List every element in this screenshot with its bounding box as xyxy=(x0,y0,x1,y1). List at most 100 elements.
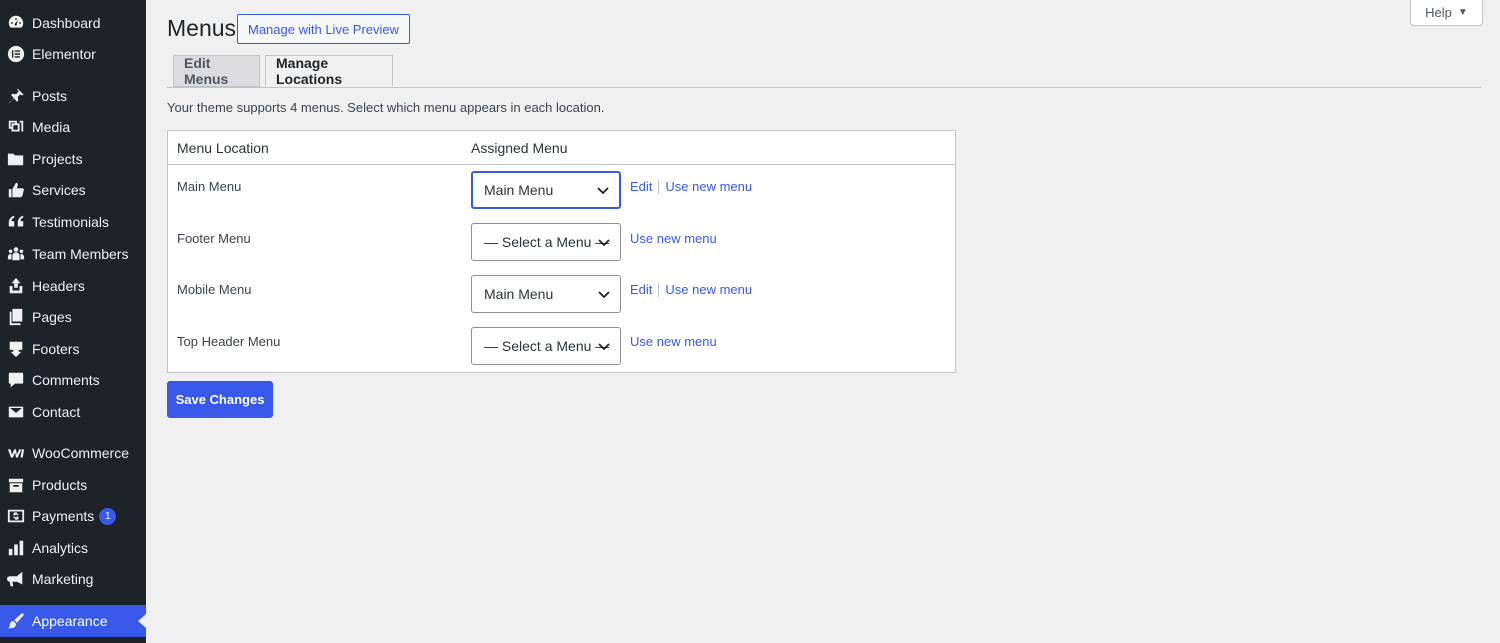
bar-chart-icon xyxy=(7,539,25,557)
sidebar-item-comments[interactable]: Comments xyxy=(0,364,146,396)
select-value: Main Menu xyxy=(484,182,554,198)
sidebar-item-label: Media xyxy=(32,119,71,135)
row-actions: Edit Use new menu xyxy=(630,282,752,297)
archive-icon xyxy=(7,476,25,494)
use-new-menu-link[interactable]: Use new menu xyxy=(630,231,717,246)
menu-locations-table: Menu Location Assigned Menu Main Menu Ma… xyxy=(167,130,956,373)
sidebar-item-posts[interactable]: Posts xyxy=(0,80,146,112)
notification-badge: 1 xyxy=(99,507,117,525)
manage-live-preview-button[interactable]: Manage with Live Preview xyxy=(237,14,411,44)
location-name: Top Header Menu xyxy=(177,334,281,349)
tab-divider xyxy=(167,87,1481,88)
row-actions: Use new menu xyxy=(630,231,717,246)
admin-sidebar: Dashboard Elementor Posts Media Projects… xyxy=(0,0,146,643)
edit-link[interactable]: Edit xyxy=(630,282,652,297)
sidebar-item-media[interactable]: Media xyxy=(0,111,146,143)
row-actions: Use new menu xyxy=(630,334,717,349)
column-header-assigned: Assigned Menu xyxy=(471,140,568,156)
link-separator xyxy=(658,282,660,297)
column-header-location: Menu Location xyxy=(177,140,269,156)
pages-icon xyxy=(7,308,25,326)
caret-down-icon: ▼ xyxy=(1457,7,1468,18)
sidebar-item-products[interactable]: Products xyxy=(0,469,146,501)
sidebar-item-label: Payments xyxy=(32,508,95,524)
paintbrush-icon xyxy=(7,612,25,630)
link-separator xyxy=(658,179,660,194)
use-new-menu-link[interactable]: Use new menu xyxy=(665,179,752,194)
sidebar-item-label: Services xyxy=(32,182,86,198)
help-label: Help xyxy=(1425,5,1452,20)
select-value: — Select a Menu — xyxy=(484,338,610,354)
sidebar-item-label: WooCommerce xyxy=(32,445,129,461)
download-icon xyxy=(7,340,25,358)
sidebar-item-headers[interactable]: Headers xyxy=(0,270,146,302)
sidebar-item-label: Marketing xyxy=(32,571,94,587)
sidebar-item-analytics[interactable]: Analytics xyxy=(0,532,146,564)
groups-icon xyxy=(7,245,25,263)
sidebar-item-appearance[interactable]: Appearance xyxy=(0,605,146,637)
woocommerce-icon xyxy=(7,444,25,462)
sidebar-item-label: Posts xyxy=(32,88,68,104)
sidebar-item-testimonials[interactable]: Testimonials xyxy=(0,206,146,238)
chevron-down-icon xyxy=(596,183,610,197)
media-icon xyxy=(7,118,25,136)
elementor-icon xyxy=(7,45,25,63)
tab-label: Manage Locations xyxy=(276,55,343,87)
intro-text: Your theme supports 4 menus. Select whic… xyxy=(167,100,605,115)
comment-icon xyxy=(7,371,25,389)
sidebar-item-label: Contact xyxy=(32,404,81,420)
select-value: — Select a Menu — xyxy=(484,234,610,250)
tab-label: Edit Menus xyxy=(184,55,229,87)
sidebar-item-elementor[interactable]: Elementor xyxy=(0,38,146,70)
sidebar-item-label: Footers xyxy=(32,341,80,357)
location-name: Mobile Menu xyxy=(177,282,252,297)
location-name: Footer Menu xyxy=(177,231,251,246)
dollar-icon xyxy=(7,507,25,525)
sidebar-item-woocommerce[interactable]: WooCommerce xyxy=(0,437,146,469)
sidebar-item-payments[interactable]: Payments 1 xyxy=(0,500,146,532)
upload-icon xyxy=(7,277,25,295)
folder-icon xyxy=(7,150,25,168)
help-button[interactable]: Help ▼ xyxy=(1410,0,1483,26)
sidebar-item-contact[interactable]: Contact xyxy=(0,396,146,428)
sidebar-item-label: Products xyxy=(32,477,88,493)
sidebar-item-label: Analytics xyxy=(32,540,89,556)
quote-icon xyxy=(7,213,25,231)
table-header: Menu Location Assigned Menu xyxy=(168,131,955,165)
chevron-down-icon xyxy=(597,235,611,249)
chevron-down-icon xyxy=(597,287,611,301)
sidebar-item-label: Team Members xyxy=(32,246,129,262)
tab-manage-locations[interactable]: Manage Locations xyxy=(265,55,393,87)
pushpin-icon xyxy=(7,87,25,105)
menu-select-top-header[interactable]: — Select a Menu — xyxy=(471,327,621,365)
sidebar-item-label: Comments xyxy=(32,372,100,388)
menu-select-main[interactable]: Main Menu xyxy=(471,171,621,209)
sidebar-item-services[interactable]: Services xyxy=(0,174,146,206)
sidebar-item-label: Pages xyxy=(32,309,72,325)
sidebar-item-label: Headers xyxy=(32,278,85,294)
menu-select-footer[interactable]: — Select a Menu — xyxy=(471,223,621,261)
page-title: Menus xyxy=(167,15,237,41)
sidebar-item-team-members[interactable]: Team Members xyxy=(0,238,146,270)
sidebar-item-label: Testimonials xyxy=(32,214,110,230)
tab-edit-menus[interactable]: Edit Menus xyxy=(173,55,260,87)
sidebar-item-label: Projects xyxy=(32,151,83,167)
select-value: Main Menu xyxy=(484,286,554,302)
edit-link[interactable]: Edit xyxy=(630,179,652,194)
use-new-menu-link[interactable]: Use new menu xyxy=(630,334,717,349)
save-changes-button[interactable]: Save Changes xyxy=(167,381,273,418)
location-name: Main Menu xyxy=(177,179,242,194)
use-new-menu-link[interactable]: Use new menu xyxy=(665,282,752,297)
email-icon xyxy=(7,403,25,421)
dashboard-icon xyxy=(7,14,25,32)
sidebar-item-marketing[interactable]: Marketing xyxy=(0,563,146,595)
menu-select-mobile[interactable]: Main Menu xyxy=(471,275,621,313)
sidebar-item-dashboard[interactable]: Dashboard xyxy=(0,7,146,39)
sidebar-item-label: Dashboard xyxy=(32,15,101,31)
sidebar-item-pages[interactable]: Pages xyxy=(0,301,146,333)
sidebar-item-label: Elementor xyxy=(32,46,96,62)
sidebar-item-footers[interactable]: Footers xyxy=(0,333,146,365)
row-actions: Edit Use new menu xyxy=(630,179,752,194)
sidebar-item-projects[interactable]: Projects xyxy=(0,143,146,175)
sidebar-item-label: Appearance xyxy=(32,613,108,629)
